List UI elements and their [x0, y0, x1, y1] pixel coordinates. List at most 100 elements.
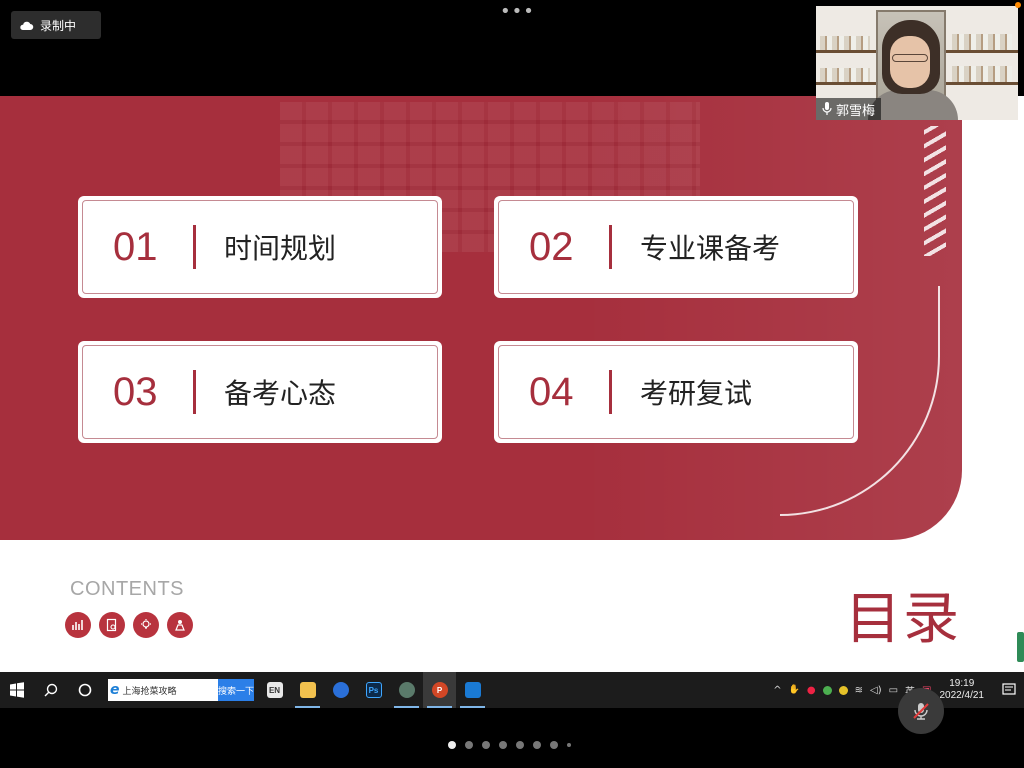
page-dot[interactable] [465, 741, 473, 749]
en-icon: EN [266, 682, 283, 698]
contents-card-2: 02 专业课备考 [494, 196, 858, 298]
folder-icon [299, 682, 316, 698]
card-number: 03 [113, 369, 158, 414]
more-options-icon[interactable]: ••• [500, 3, 535, 21]
card-divider [193, 225, 196, 269]
taskbar-app-user[interactable] [390, 672, 423, 708]
page-dot[interactable] [499, 741, 507, 749]
taskbar-app-photoshop[interactable]: Ps [357, 672, 390, 708]
status-dot [1015, 2, 1021, 8]
card-label: 备考心态 [224, 377, 337, 410]
card-number: 04 [529, 369, 574, 414]
chart-icon [65, 612, 91, 638]
page-dot[interactable] [448, 741, 456, 749]
bookshelf [820, 68, 870, 82]
card-divider [193, 370, 196, 414]
recording-label: 录制中 [40, 18, 77, 33]
bookshelf [952, 34, 1012, 50]
card-label: 考研复试 [640, 377, 753, 410]
app-running-indicator [427, 706, 452, 708]
participant-glasses [892, 54, 928, 62]
app-running-indicator [295, 706, 320, 708]
cortana-icon [78, 683, 92, 697]
taskbar-app-file-explorer[interactable] [291, 672, 324, 708]
page-dot[interactable] [533, 741, 541, 749]
document-search-icon [99, 612, 125, 638]
card-divider [609, 370, 612, 414]
contents-card-3: 03 备考心态 [78, 341, 442, 443]
tray-app-icon[interactable]: ● [807, 685, 816, 696]
bookshelf [820, 36, 870, 50]
wifi-icon[interactable]: ≋ [855, 685, 863, 696]
participant-body [868, 90, 958, 120]
app-running-indicator [394, 706, 419, 708]
participant-name-tag: 郭雪梅 [816, 98, 882, 120]
search-button[interactable] [34, 672, 68, 708]
powerpoint-icon: P [431, 682, 448, 698]
lightbulb-icon [133, 612, 159, 638]
webcam-video-tile[interactable]: 郭雪梅 [816, 6, 1018, 120]
photoshop-icon: Ps [365, 682, 382, 698]
page-dot[interactable] [482, 741, 490, 749]
contents-icon-row [65, 612, 193, 638]
volume-icon[interactable]: ◁) [870, 685, 882, 696]
card-number: 01 [113, 224, 158, 269]
page-indicator [448, 741, 571, 749]
taskbar-app-powerpoint[interactable]: P [423, 672, 456, 708]
slide-red-panel: 01 时间规划 02 专业课备考 03 备考心态 04 考研复试 [0, 96, 962, 540]
start-button[interactable] [0, 672, 34, 708]
person-podium-icon [167, 612, 193, 638]
page-dot[interactable] [516, 741, 524, 749]
search-icon [44, 683, 58, 697]
task-view-button[interactable] [68, 672, 102, 708]
taskbar-app-sogou[interactable] [324, 672, 357, 708]
bookshelf [952, 66, 1012, 82]
taskbar-app-remote[interactable] [456, 672, 489, 708]
sogou-icon [332, 682, 349, 698]
side-handle[interactable] [1017, 632, 1024, 662]
avatar-icon [398, 682, 415, 698]
recording-indicator[interactable]: 录制中 [11, 11, 101, 39]
battery-icon[interactable]: ▭ [889, 685, 898, 696]
notification-center-button[interactable] [994, 672, 1024, 708]
participant-face [890, 36, 930, 88]
clock-time: 19:19 [949, 678, 975, 689]
contents-label: CONTENTS [70, 578, 184, 600]
cloud-icon [20, 21, 34, 30]
microphone-icon [822, 102, 832, 115]
tray-status-icon[interactable] [838, 685, 848, 695]
microphone-muted-icon [913, 703, 929, 720]
presentation-slide: 01 时间规划 02 专业课备考 03 备考心态 04 考研复试 CONTENT… [0, 96, 1024, 672]
contents-card-4: 04 考研复试 [494, 341, 858, 443]
card-divider [609, 225, 612, 269]
card-label: 专业课备考 [640, 232, 781, 265]
taskbar-clock[interactable]: 19:19 2022/4/21 [940, 678, 985, 702]
card-number: 02 [529, 224, 574, 269]
taskbar-browser-search[interactable]: e 上海抢菜攻略 [108, 679, 218, 701]
windows-taskbar: e 上海抢菜攻略 搜索一下 EN Ps P ^ ✋ ● ≋ ◁) ▭ 英 ▣ 1… [0, 672, 1024, 708]
taskbar-app-en[interactable]: EN [258, 672, 291, 708]
tray-status-icon[interactable] [822, 685, 832, 695]
search-submit-button[interactable]: 搜索一下 [218, 679, 254, 701]
decorative-stripes [924, 126, 946, 256]
mute-microphone-button[interactable] [898, 688, 944, 734]
shelf [946, 82, 1018, 85]
contents-card-1: 01 时间规划 [78, 196, 442, 298]
chevron-up-icon[interactable]: ^ [773, 685, 781, 696]
windows-logo-icon [10, 682, 24, 698]
remote-desktop-icon [464, 682, 481, 698]
app-running-indicator [460, 706, 485, 708]
ie-logo-icon: e [110, 682, 120, 698]
card-label: 时间规划 [224, 232, 337, 265]
shelf [816, 82, 876, 85]
page-dot[interactable] [550, 741, 558, 749]
tray-app-icon[interactable]: ✋ [789, 685, 800, 695]
clock-date: 2022/4/21 [939, 690, 985, 701]
page-dot[interactable] [567, 743, 571, 747]
participant-name: 郭雪梅 [836, 103, 876, 119]
shelf [946, 50, 1018, 53]
slide-title: 目录 [845, 587, 961, 652]
browser-text: 上海抢菜攻略 [122, 686, 177, 697]
notification-icon [1002, 683, 1016, 695]
shelf [816, 50, 876, 53]
